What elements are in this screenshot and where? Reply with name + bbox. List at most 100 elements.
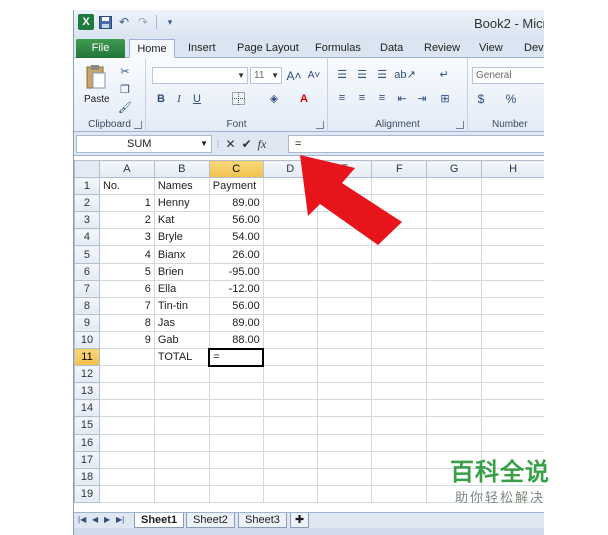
grid-cell[interactable] bbox=[426, 245, 483, 264]
grid-cell[interactable] bbox=[262, 296, 318, 315]
grid-cell[interactable]: -12.00 bbox=[208, 279, 264, 298]
grid-cell[interactable]: TOTAL bbox=[153, 348, 210, 367]
grid-cell[interactable] bbox=[262, 484, 318, 503]
grid-cell[interactable]: Tin-tin bbox=[153, 296, 210, 315]
grid-cell[interactable]: Gab bbox=[153, 330, 210, 350]
grid-cell[interactable] bbox=[316, 177, 373, 196]
row-header[interactable]: 11 bbox=[74, 348, 100, 367]
italic-button[interactable]: I bbox=[172, 90, 186, 107]
grid-cell[interactable] bbox=[316, 279, 373, 298]
sheet-tab-3[interactable]: Sheet3 bbox=[238, 513, 287, 528]
grid-cell[interactable] bbox=[98, 467, 155, 486]
grid-cell[interactable] bbox=[481, 365, 544, 384]
grid-cell[interactable]: 9 bbox=[98, 330, 155, 350]
orientation-icon[interactable]: ab↗ bbox=[394, 66, 415, 82]
bold-button[interactable]: B bbox=[154, 90, 168, 107]
grid-cell[interactable] bbox=[153, 450, 210, 469]
grid-cell[interactable] bbox=[481, 228, 544, 247]
row-header[interactable]: 8 bbox=[74, 296, 100, 315]
font-size-combo[interactable]: 11 ▼ bbox=[250, 67, 282, 84]
grid-cell[interactable] bbox=[316, 313, 373, 332]
grid-cell[interactable]: 56.00 bbox=[208, 211, 264, 230]
column-header-g[interactable]: G bbox=[426, 160, 483, 179]
grid-cell[interactable]: Payment bbox=[208, 177, 264, 196]
align-middle-icon[interactable]: ☰ bbox=[354, 66, 370, 82]
grid-cell[interactable]: 89.00 bbox=[208, 313, 264, 332]
grid-cell[interactable]: Names bbox=[153, 177, 210, 196]
grid-cell[interactable] bbox=[316, 433, 373, 452]
name-box[interactable]: SUM ▼ bbox=[76, 135, 212, 153]
paste-label[interactable]: Paste bbox=[84, 94, 110, 105]
next-sheet-icon[interactable]: ▶ bbox=[104, 515, 110, 524]
grid-cell[interactable] bbox=[316, 467, 373, 486]
align-top-icon[interactable]: ☰ bbox=[334, 66, 350, 82]
clipboard-launcher-icon[interactable] bbox=[134, 121, 142, 129]
grid-cell[interactable] bbox=[262, 211, 318, 230]
grid-cell[interactable] bbox=[481, 262, 544, 281]
borders-icon[interactable] bbox=[230, 90, 246, 107]
insert-sheet-icon[interactable]: ✚ bbox=[290, 513, 310, 528]
grid-cell[interactable] bbox=[316, 296, 373, 315]
grid-cell[interactable] bbox=[98, 382, 155, 401]
align-bottom-icon[interactable]: ☰ bbox=[374, 66, 390, 82]
align-left-icon[interactable]: ≡ bbox=[334, 90, 350, 106]
grid-cell[interactable] bbox=[316, 262, 373, 281]
grid-cell[interactable] bbox=[98, 399, 155, 418]
grid-cell[interactable] bbox=[481, 433, 544, 452]
column-header-f[interactable]: F bbox=[371, 160, 428, 179]
grid-cell[interactable] bbox=[208, 433, 264, 452]
grid-cell[interactable] bbox=[426, 194, 483, 213]
tab-developer[interactable]: Deve bbox=[524, 39, 544, 58]
percent-button[interactable]: % bbox=[504, 90, 518, 107]
merge-center-icon[interactable]: ⊞ bbox=[436, 90, 454, 106]
grid-cell[interactable] bbox=[262, 262, 318, 281]
grid-cell[interactable]: Kat bbox=[153, 211, 210, 230]
grid-cell[interactable] bbox=[98, 433, 155, 452]
sheet-tab-2[interactable]: Sheet2 bbox=[186, 513, 235, 528]
fill-color-icon[interactable]: ◈ bbox=[266, 90, 282, 107]
font-launcher-icon[interactable] bbox=[316, 121, 324, 129]
grid-cell[interactable] bbox=[316, 450, 373, 469]
grid-cell[interactable]: 8 bbox=[98, 313, 155, 332]
grid-cell[interactable] bbox=[426, 211, 483, 230]
shrink-font-icon[interactable]: A˅ bbox=[306, 67, 322, 84]
grid-cell[interactable] bbox=[371, 484, 428, 503]
grid-cell[interactable] bbox=[153, 467, 210, 486]
grid-cell[interactable]: 88.00 bbox=[208, 330, 264, 350]
row-header[interactable]: 10 bbox=[74, 330, 100, 350]
grid-cell[interactable] bbox=[316, 330, 373, 350]
alignment-launcher-icon[interactable] bbox=[456, 121, 464, 129]
grid-cell[interactable] bbox=[426, 296, 483, 315]
grid-cell[interactable] bbox=[262, 399, 318, 418]
grid-cell[interactable] bbox=[481, 313, 544, 332]
grid-cell[interactable] bbox=[98, 450, 155, 469]
tab-home[interactable]: Home bbox=[129, 39, 175, 59]
grid-cell[interactable] bbox=[481, 399, 544, 418]
grid-cell[interactable] bbox=[98, 416, 155, 435]
grid-cell[interactable] bbox=[262, 330, 318, 350]
grid-cell[interactable] bbox=[371, 450, 428, 469]
prev-sheet-icon[interactable]: ◀ bbox=[92, 515, 98, 524]
grid-cell[interactable] bbox=[316, 399, 373, 418]
grid-cell[interactable] bbox=[371, 262, 428, 281]
grid-cell[interactable] bbox=[208, 365, 264, 384]
grid-cell[interactable] bbox=[426, 262, 483, 281]
increase-indent-icon[interactable]: ⇥ bbox=[414, 90, 430, 106]
grid-cell[interactable]: 54.00 bbox=[208, 228, 264, 247]
grid-cell[interactable] bbox=[316, 484, 373, 503]
grid-cell[interactable] bbox=[371, 348, 428, 367]
grid-cell[interactable] bbox=[316, 211, 373, 230]
grid-cell[interactable] bbox=[98, 348, 155, 367]
grid-cell[interactable] bbox=[262, 433, 318, 452]
grid-cell[interactable] bbox=[262, 382, 318, 401]
format-painter-icon[interactable]: 🖌 bbox=[118, 100, 132, 114]
column-header-d[interactable]: D bbox=[262, 160, 318, 179]
grid-cell[interactable] bbox=[371, 467, 428, 486]
grid-cell[interactable] bbox=[262, 348, 318, 367]
grid-cell[interactable] bbox=[153, 484, 210, 503]
grid-cell[interactable]: 3 bbox=[98, 228, 155, 247]
grid-cell[interactable] bbox=[426, 365, 483, 384]
grid-cell[interactable] bbox=[371, 433, 428, 452]
grid-cell[interactable] bbox=[481, 279, 544, 298]
grid-cell[interactable] bbox=[153, 416, 210, 435]
